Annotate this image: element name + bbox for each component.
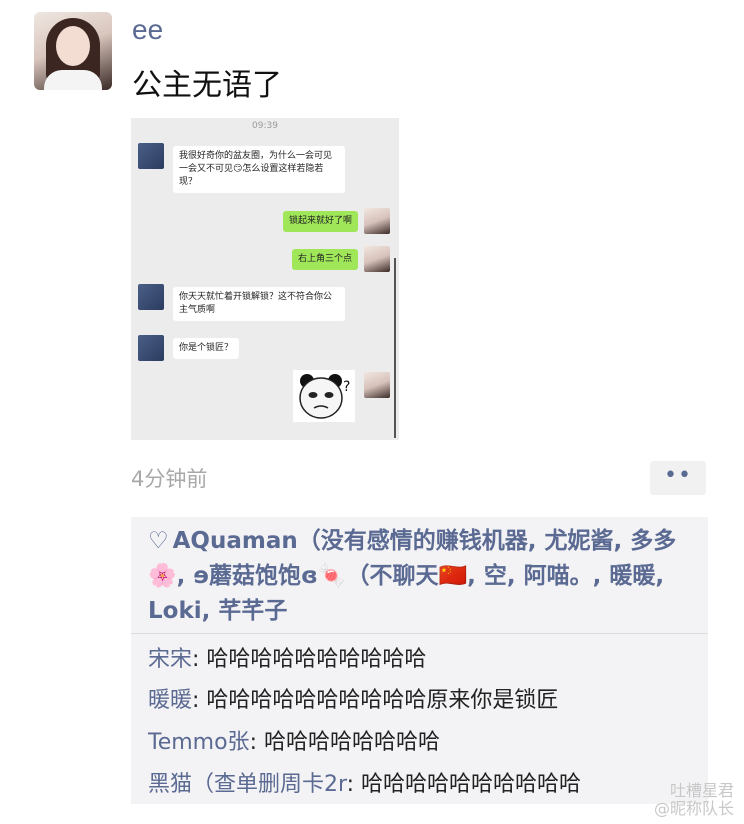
- comment-author[interactable]: Temmo张: [148, 730, 250, 755]
- chat-bubble-left: 你是个锁匠？: [173, 338, 240, 359]
- post-time: 4分钟前: [131, 467, 208, 491]
- more-actions-button[interactable]: ••: [650, 461, 706, 495]
- comment-row[interactable]: 暖暖: 哈哈哈哈哈哈哈哈哈哈原来你是锁匠: [148, 682, 558, 714]
- chat-timestamp: 09:39: [252, 121, 278, 131]
- chat-bubble-left: 你天天就忙着开锁解锁？这不符合你公主气质啊: [173, 287, 345, 321]
- avatar-shirt: [44, 70, 102, 90]
- comment-row[interactable]: 宋宋: 哈哈哈哈哈哈哈哈哈哈: [148, 641, 426, 673]
- watermark: 吐槽星君 @昵称队长: [654, 782, 734, 818]
- post-text: 公主无语了: [132, 68, 282, 103]
- likes-comments-panel: ♡ AQuaman（没有感情的赚钱机器, 尤妮酱, 多多🌸, ɘ蘑菇饱饱ɞ🍬（不聊…: [131, 517, 708, 804]
- svg-text:?: ?: [343, 379, 350, 395]
- contact-avatar: [138, 335, 164, 361]
- chat-bubble-left: 我很好奇你的盆友圈，为什么一会可见一会又不可见😏怎么设置这样若隐若现？: [173, 146, 345, 193]
- watermark-line1: 吐槽星君: [669, 781, 734, 800]
- comment-text: : 哈哈哈哈哈哈哈哈哈哈原来你是锁匠: [192, 688, 559, 713]
- panda-question-sticker: ?: [293, 370, 355, 422]
- divider: [131, 633, 708, 634]
- chat-scrollbar: [394, 258, 396, 438]
- chat-bubble-right: 锁起来就好了啊: [282, 211, 358, 232]
- likes-list[interactable]: ♡ AQuaman（没有感情的赚钱机器, 尤妮酱, 多多🌸, ɘ蘑菇饱饱ɞ🍬（不聊…: [148, 524, 703, 629]
- comment-text: : 哈哈哈哈哈哈哈哈哈哈: [192, 647, 427, 672]
- avatar-face: [56, 26, 90, 66]
- comment-text: : 哈哈哈哈哈哈哈哈哈哈: [346, 772, 582, 797]
- comment-author[interactable]: 黑猫（查单删周卡2r: [148, 772, 347, 797]
- self-avatar: [364, 208, 390, 234]
- poster-username[interactable]: ee: [132, 14, 163, 46]
- watermark-line2: @昵称队长: [653, 799, 734, 818]
- chat-bubble-right: 右上角三个点: [291, 249, 358, 270]
- likes-names[interactable]: AQuaman（没有感情的赚钱机器, 尤妮酱, 多多🌸, ɘ蘑菇饱饱ɞ🍬（不聊天…: [148, 528, 676, 624]
- comment-row[interactable]: Temmo张: 哈哈哈哈哈哈哈哈: [148, 724, 440, 756]
- chat-screenshot-image[interactable]: 09:39 我很好奇你的盆友圈，为什么一会可见一会又不可见😏怎么设置这样若隐若现…: [131, 118, 399, 440]
- comment-author[interactable]: 暖暖: [148, 688, 192, 713]
- contact-avatar: [138, 284, 164, 310]
- comment-text: : 哈哈哈哈哈哈哈哈: [249, 730, 440, 755]
- comment-author[interactable]: 宋宋: [148, 647, 192, 672]
- comment-row[interactable]: 黑猫（查单删周卡2r: 哈哈哈哈哈哈哈哈哈哈: [148, 766, 581, 798]
- self-avatar: [364, 246, 390, 272]
- contact-avatar: [138, 143, 164, 169]
- self-avatar: [364, 372, 390, 398]
- heart-icon: ♡: [148, 528, 169, 554]
- poster-avatar[interactable]: [34, 12, 112, 90]
